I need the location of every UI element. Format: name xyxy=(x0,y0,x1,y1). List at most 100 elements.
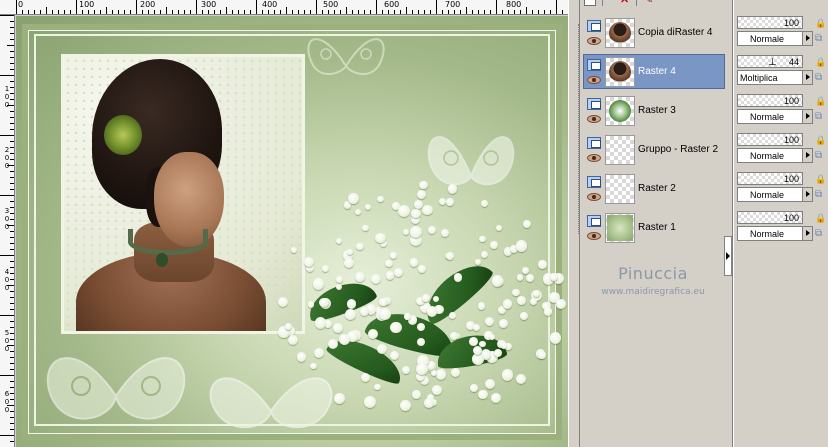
flower-bell xyxy=(454,273,463,282)
flower-bell xyxy=(370,273,381,284)
blend-mode-select[interactable]: Normale xyxy=(737,187,813,202)
ruler-tick xyxy=(7,45,14,46)
layer-type-icon[interactable] xyxy=(587,137,601,149)
dropdown-arrow-icon[interactable] xyxy=(802,32,812,45)
link-icon[interactable]: ⧉ xyxy=(815,189,827,201)
opacity-value: 100 xyxy=(783,135,799,145)
flower-bell xyxy=(448,311,456,319)
flower-bell xyxy=(333,323,343,333)
layer-type-icon[interactable] xyxy=(587,59,601,71)
eye-icon[interactable] xyxy=(587,232,601,240)
lock-icon[interactable]: 🔒 xyxy=(815,95,827,107)
lock-icon[interactable]: 🔒 xyxy=(815,212,827,224)
dropdown-arrow-icon[interactable] xyxy=(802,71,812,84)
ruler-tick xyxy=(220,10,221,14)
ruler-label: 200 xyxy=(140,0,156,9)
layer-thumbnail xyxy=(605,57,635,87)
ruler-tick xyxy=(0,75,14,76)
lock-icon[interactable]: 🔒 xyxy=(815,17,827,29)
link-icon[interactable]: ⧉ xyxy=(815,111,827,123)
layer-name: Gruppo - Raster 2 xyxy=(638,144,719,155)
layer-row[interactable]: Gruppo - Raster 2 xyxy=(583,132,725,167)
ruler-label: 100 xyxy=(79,0,95,9)
flower-bell xyxy=(389,251,397,260)
layer-type-icon[interactable] xyxy=(587,215,601,227)
ruler-tick xyxy=(10,189,14,190)
opacity-slider[interactable]: 44 ⊥ xyxy=(737,55,803,68)
ruler-tick xyxy=(532,10,533,14)
ruler-tick xyxy=(466,7,467,14)
flower-bell xyxy=(409,257,419,267)
ruler-tick xyxy=(10,81,14,82)
flower-bell xyxy=(543,307,553,316)
lock-icon[interactable]: 🔒 xyxy=(815,173,827,185)
ruler-tick xyxy=(10,243,14,244)
ruler-tick xyxy=(160,10,161,14)
ruler-tick xyxy=(0,15,14,16)
ruler-tick xyxy=(430,10,431,14)
layer-type-icon[interactable] xyxy=(587,176,601,188)
layer-row[interactable]: Copia diRaster 4 xyxy=(583,15,725,50)
paint-program-window: 0 100 200 300 400 500 600 700 800 1 0 0 2 0 0 3 0 … xyxy=(0,0,828,447)
link-icon[interactable]: ⧉ xyxy=(815,33,827,45)
layer-row[interactable]: Raster 3 xyxy=(583,93,725,128)
eye-icon[interactable] xyxy=(587,154,601,162)
ruler-tick xyxy=(520,10,521,14)
flower-bell xyxy=(379,298,388,307)
ruler-tick xyxy=(190,10,191,14)
link-icon[interactable]: ⧉ xyxy=(815,228,827,240)
layer-row[interactable]: Raster 1 xyxy=(583,210,725,245)
lock-icon[interactable]: 🔒 xyxy=(815,134,827,146)
blend-mode-select[interactable]: Normale xyxy=(737,31,813,46)
eye-icon[interactable] xyxy=(587,37,601,45)
blend-mode-select[interactable]: Normale xyxy=(737,226,813,241)
new-layer-icon[interactable] xyxy=(584,0,596,6)
eye-icon[interactable] xyxy=(587,115,601,123)
ruler-tick xyxy=(10,201,14,202)
flower-bell xyxy=(499,319,509,329)
thumbnail-content xyxy=(609,139,631,161)
flower-bell xyxy=(374,383,381,390)
thumbnail-content xyxy=(609,22,631,44)
layer-type-icon[interactable] xyxy=(587,98,601,110)
dropdown-arrow-icon[interactable] xyxy=(802,188,812,201)
delete-icon[interactable]: ✕ xyxy=(620,0,632,6)
layer-row[interactable]: Raster 4 xyxy=(583,54,725,89)
flower-bell xyxy=(416,189,426,199)
opacity-slider[interactable]: 100 xyxy=(737,94,803,107)
blend-mode-select[interactable]: Normale xyxy=(737,148,813,163)
blend-mode-select[interactable]: Moltiplica xyxy=(737,70,813,85)
canvas-area[interactable] xyxy=(16,16,568,447)
opacity-slider[interactable]: 100 xyxy=(737,211,803,224)
ruler-tick xyxy=(166,7,167,14)
ruler-tick xyxy=(364,10,365,14)
flower-bell xyxy=(377,195,384,203)
flower-bell xyxy=(385,271,395,280)
opacity-slider[interactable]: 100 xyxy=(737,172,803,185)
link-icon[interactable]: ⧉ xyxy=(815,72,827,84)
blend-mode-select[interactable]: Normale xyxy=(737,109,813,124)
eye-icon[interactable] xyxy=(587,76,601,84)
opacity-slider[interactable]: 100 xyxy=(737,133,803,146)
flower-bell xyxy=(399,400,411,412)
slider-marker-icon[interactable]: ⊥ xyxy=(768,58,777,68)
thumbnail-content xyxy=(609,178,631,200)
ruler-tick xyxy=(280,10,281,14)
link-icon[interactable]: ⧉ xyxy=(815,150,827,162)
layer-row[interactable]: Raster 2 xyxy=(583,171,725,206)
ruler-tick xyxy=(496,0,497,14)
dropdown-arrow-icon[interactable] xyxy=(802,110,812,123)
ruler-tick xyxy=(10,63,14,64)
ruler-label: 3 0 0 xyxy=(4,207,10,231)
eye-icon[interactable] xyxy=(587,193,601,201)
blend-mode-value: Normale xyxy=(750,229,785,239)
brush-icon[interactable]: ✎ xyxy=(644,0,656,6)
ruler-tick xyxy=(10,171,14,172)
dropdown-arrow-icon[interactable] xyxy=(802,227,812,240)
lock-icon[interactable]: 🔒 xyxy=(815,56,827,68)
flower-bell xyxy=(321,264,330,273)
dropdown-arrow-icon[interactable] xyxy=(802,149,812,162)
opacity-slider[interactable]: 100 xyxy=(737,16,803,29)
ruler-tick xyxy=(562,10,563,14)
layer-type-icon[interactable] xyxy=(587,20,601,32)
